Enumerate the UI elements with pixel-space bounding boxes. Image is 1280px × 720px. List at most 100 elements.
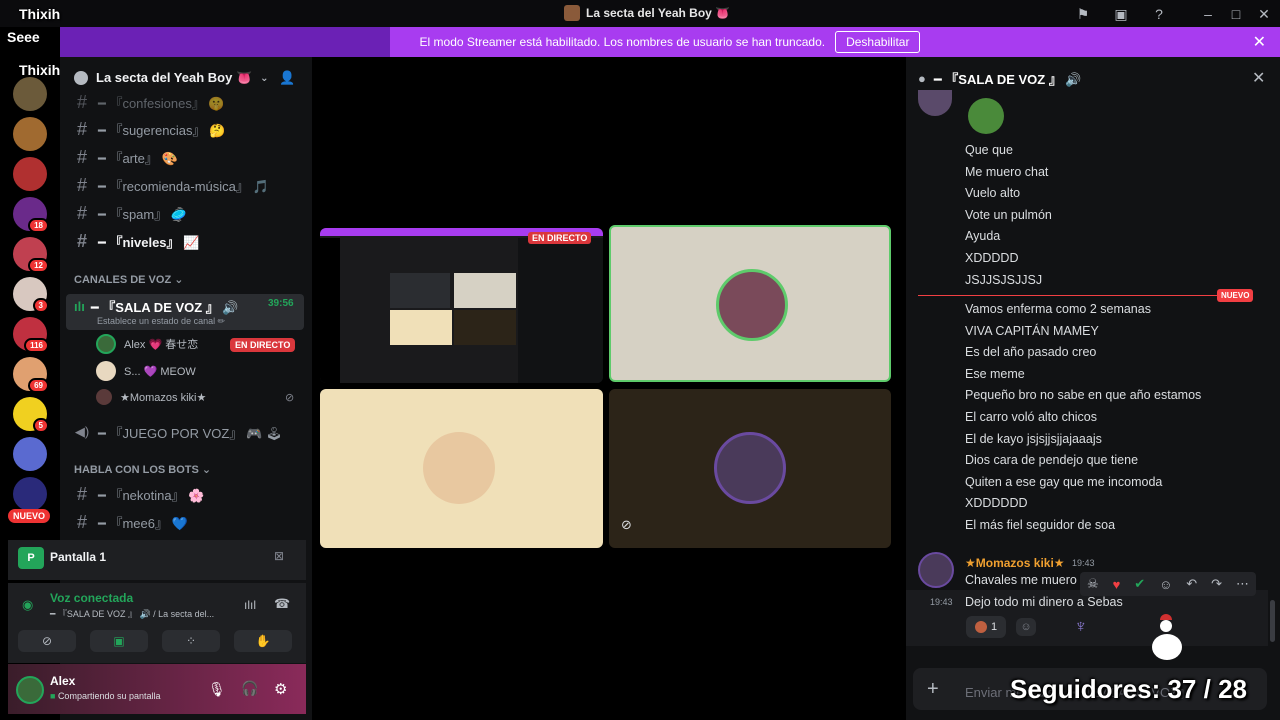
activities-button[interactable]: ⁘ bbox=[162, 630, 220, 652]
voice-user[interactable]: S... 💜 MEOW bbox=[96, 361, 196, 381]
inbox-icon[interactable]: ▣ bbox=[1112, 5, 1130, 23]
headphones-icon[interactable]: 🎧 bbox=[241, 680, 258, 697]
participant-tile[interactable] bbox=[320, 389, 603, 548]
chat-message: Es del año pasado creo bbox=[965, 345, 1097, 360]
server-avatar[interactable] bbox=[13, 117, 47, 151]
user-name: Alex bbox=[50, 674, 76, 688]
reaction-skull-icon[interactable]: ☠ bbox=[1087, 576, 1099, 592]
category-voice[interactable]: CANALES DE VOZ ⌄ bbox=[74, 273, 183, 286]
avatar bbox=[714, 432, 786, 504]
hash-icon: # bbox=[76, 483, 87, 504]
participant-tile[interactable] bbox=[609, 225, 891, 382]
server-avatar[interactable] bbox=[13, 77, 47, 111]
channel-item[interactable]: # ━ 『sugerencias』 🤔 bbox=[74, 119, 225, 139]
microphone-icon[interactable]: 🎙 bbox=[208, 681, 226, 698]
server-avatar[interactable] bbox=[13, 437, 47, 471]
reaction-heart-icon[interactable]: ♥ bbox=[1113, 577, 1121, 592]
disable-streamer-button[interactable]: Deshabilitar bbox=[835, 31, 921, 53]
goose-sticker bbox=[1150, 612, 1184, 664]
add-reaction-icon[interactable]: ☺ bbox=[1016, 618, 1036, 636]
screen-share-tile[interactable]: EN DIRECTO bbox=[320, 228, 603, 383]
overlay-label-top: Thixih bbox=[19, 6, 61, 22]
help-icon[interactable]: ? bbox=[1150, 5, 1168, 23]
voice-status[interactable]: Establece un estado de canal ✏ bbox=[97, 316, 225, 327]
channel-item[interactable]: # ━ 『recomienda-música』 🎵 bbox=[74, 175, 269, 195]
more-icon[interactable]: ⋯ bbox=[1236, 576, 1249, 592]
avatar bbox=[423, 432, 495, 504]
hash-icon: # bbox=[76, 146, 87, 167]
server-avatar[interactable] bbox=[13, 157, 47, 191]
server-icon bbox=[74, 71, 88, 85]
stop-share-icon[interactable]: ⊠ bbox=[274, 549, 284, 563]
live-badge: EN DIRECTO bbox=[230, 338, 296, 352]
banner-text: El modo Streamer está habilitado. Los no… bbox=[419, 35, 826, 49]
signal-icon[interactable]: ◉ bbox=[22, 597, 33, 613]
add-reaction-icon[interactable]: ☺ bbox=[1159, 577, 1172, 592]
forward-icon[interactable]: ↷ bbox=[1211, 576, 1222, 592]
chat-header: ● ━ 『SALA DE VOZ 』 🔊 bbox=[918, 69, 1082, 88]
server-avatar[interactable]: 116 bbox=[13, 317, 49, 353]
server-avatar[interactable]: 69 bbox=[13, 357, 49, 393]
bat-sticker: ♆ bbox=[1074, 616, 1088, 636]
add-member-icon[interactable]: 👤 bbox=[279, 70, 295, 86]
disconnect-icon[interactable]: ☎ bbox=[274, 596, 290, 612]
window-title: La secta del Yeah Boy 👅 bbox=[564, 5, 730, 21]
soundboard-button[interactable]: ✋ bbox=[234, 630, 292, 652]
message-timestamp: 19:43 bbox=[930, 597, 953, 607]
server-avatar[interactable] bbox=[13, 477, 47, 511]
reply-icon[interactable]: ↶ bbox=[1186, 576, 1197, 592]
message-toolbar: ☠ ♥ ✔ ☺ ↶ ↷ ⋯ bbox=[1080, 572, 1256, 596]
server-avatar[interactable]: 18 bbox=[13, 197, 49, 233]
voice-location[interactable]: ━ 『SALA DE VOZ 』 🔊 / La secta del... bbox=[50, 607, 214, 620]
user-panel bbox=[8, 664, 306, 714]
gear-icon[interactable]: ⚙ bbox=[274, 680, 287, 698]
followers-overlay: Seguidores: 37 / 28 bbox=[1010, 674, 1247, 704]
chat-message: XDDDDD bbox=[965, 251, 1019, 265]
hash-icon: # bbox=[76, 91, 87, 112]
server-avatar[interactable]: 12 bbox=[13, 237, 49, 273]
hash-icon: # bbox=[76, 230, 87, 251]
server-header[interactable]: La secta del Yeah Boy 👅 ⌄ bbox=[74, 70, 269, 86]
hash-icon: # bbox=[76, 202, 87, 223]
category-bots[interactable]: HABLA CON LOS BOTS ⌄ bbox=[74, 463, 211, 476]
reaction-pill[interactable]: 1 bbox=[966, 616, 1006, 638]
channel-item[interactable]: # ━ 『spam』 🥏 bbox=[74, 203, 187, 223]
avatar[interactable] bbox=[16, 676, 44, 704]
share-screen-button[interactable]: ▣ bbox=[90, 630, 148, 652]
channel-item[interactable]: # ━ 『arte』 🎨 bbox=[74, 147, 178, 167]
message-author[interactable]: ★Momazos kiki★ bbox=[965, 556, 1065, 570]
mic-muted-icon: ⊘ bbox=[285, 392, 295, 404]
close-window-icon[interactable]: ✕ bbox=[1255, 5, 1273, 23]
server-avatar[interactable]: 3 bbox=[13, 277, 49, 313]
camera-off-button[interactable]: ⊘ bbox=[18, 630, 76, 652]
scrollbar[interactable] bbox=[1270, 600, 1275, 642]
reaction-emoji-icon bbox=[974, 621, 987, 633]
flag-icon[interactable]: ⚑ bbox=[1074, 5, 1092, 23]
close-icon[interactable]: ✕ bbox=[1252, 68, 1265, 88]
channel-item[interactable]: # ━ 『nekotina』 🌸 bbox=[74, 484, 204, 504]
avatar[interactable] bbox=[918, 552, 954, 588]
chat-message: El más fiel seguidor de soa bbox=[965, 518, 1116, 532]
chat-title: ━ 『SALA DE VOZ 』 🔊 bbox=[933, 72, 1082, 87]
chat-message: Vuelo alto bbox=[965, 186, 1021, 201]
voice-channel-item[interactable]: ◀) ━ 『JUEGO POR VOZ』 🎮 🕹 bbox=[74, 422, 282, 442]
minimize-icon[interactable]: – bbox=[1199, 5, 1217, 23]
channel-item[interactable]: # ━ 『mee6』 💙 bbox=[74, 512, 188, 532]
maximize-icon[interactable]: □ bbox=[1227, 5, 1245, 23]
chat-message: Chavales me muero bbox=[965, 573, 1077, 587]
reaction-check-icon[interactable]: ✔ bbox=[1134, 576, 1145, 592]
server-avatar[interactable]: 5 bbox=[13, 397, 49, 433]
chat-message: Dios cara de pendejo que tiene bbox=[965, 453, 1139, 468]
channel-item[interactable]: # ━ 『confesiones』 🤫 bbox=[74, 92, 225, 112]
chat-message: Que que bbox=[965, 143, 1013, 157]
noise-suppression-icon[interactable]: ılıl bbox=[244, 598, 256, 612]
mini-tile bbox=[390, 310, 452, 345]
chat-message: Pequeño bro no sabe en que año estamos bbox=[965, 388, 1202, 403]
avatar bbox=[716, 269, 788, 341]
voice-user[interactable]: ★Momazos kiki★ bbox=[96, 387, 206, 407]
channel-item[interactable]: # ━ 『niveles』 📈 bbox=[74, 231, 199, 251]
close-icon[interactable]: ✕ bbox=[1253, 32, 1266, 52]
voice-user[interactable]: Alex 💗 春せ恋 bbox=[96, 334, 198, 354]
participant-tile[interactable]: ⊘ bbox=[609, 389, 891, 548]
plus-icon[interactable]: + bbox=[927, 678, 939, 701]
